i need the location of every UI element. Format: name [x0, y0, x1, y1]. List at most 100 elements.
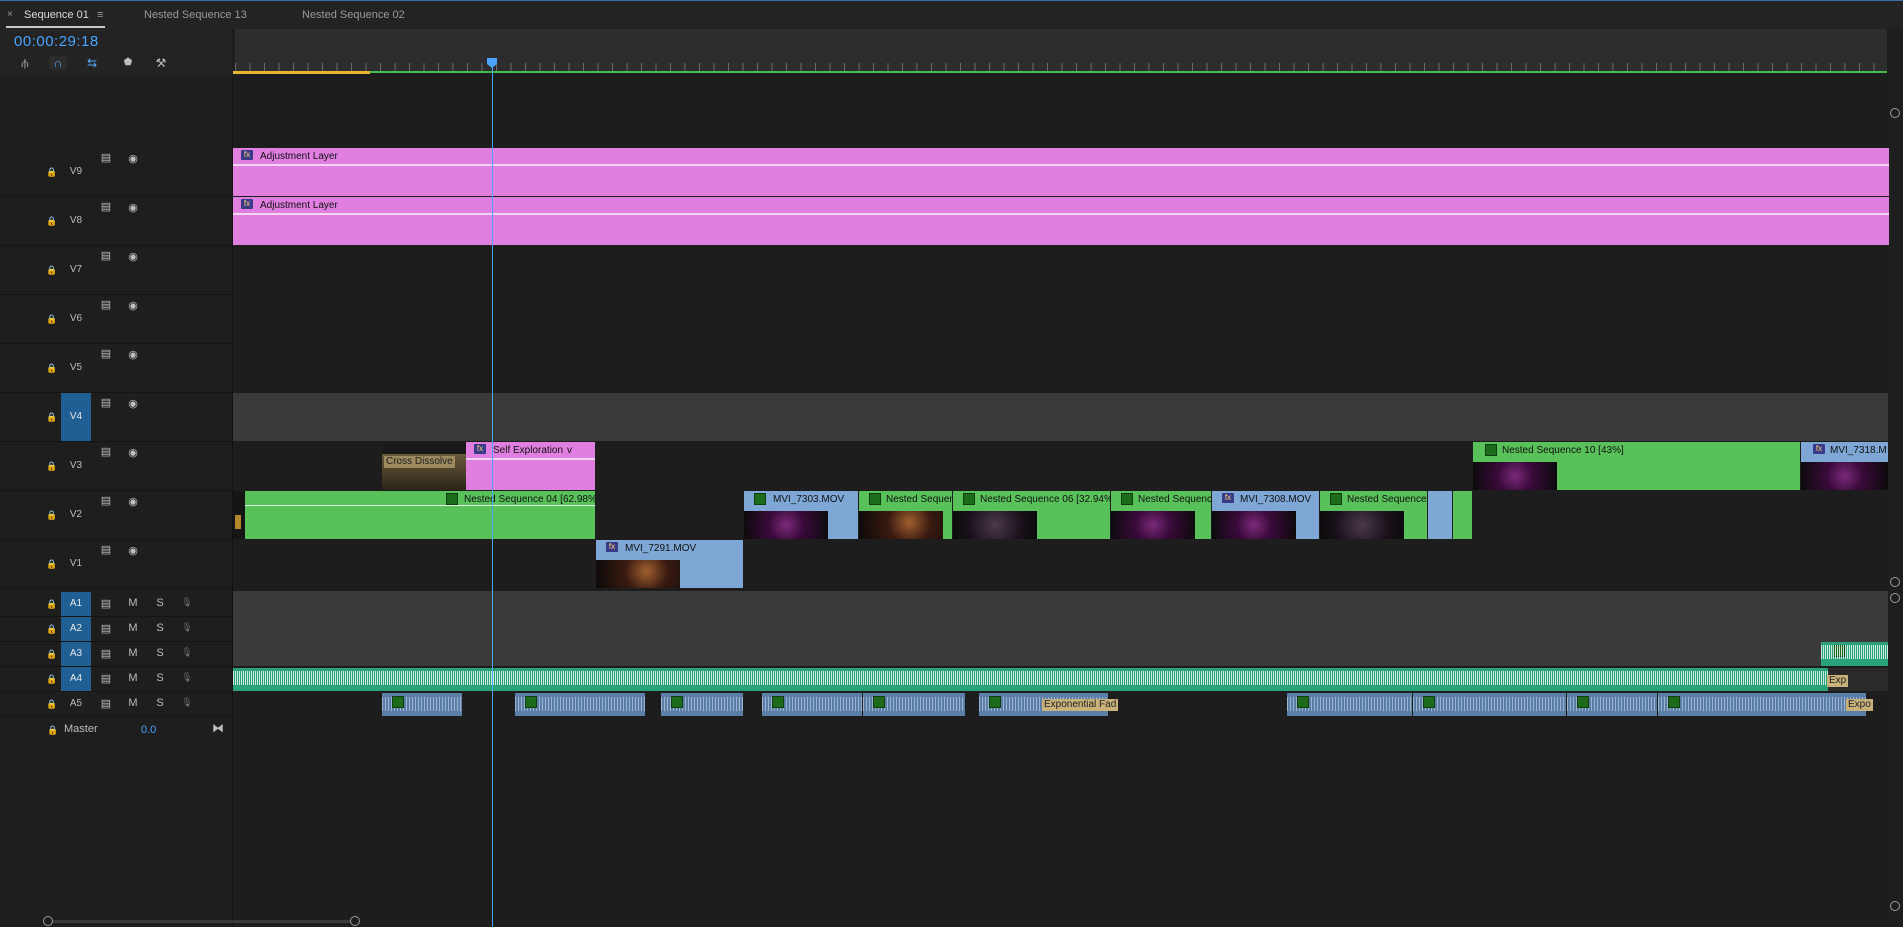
lock-icon[interactable]: 🔒 — [47, 725, 58, 735]
snap-icon[interactable]: ∩ — [49, 56, 67, 70]
track-label[interactable]: V7 — [61, 262, 91, 278]
tab-sequence-01[interactable]: Sequence 01 — [24, 9, 89, 21]
a5-expo-fade-tag[interactable]: Expo — [1846, 699, 1873, 711]
film-icon[interactable]: ▤ — [99, 347, 113, 360]
mic-icon[interactable]: 🎙 — [180, 672, 194, 683]
sync-lock-icon[interactable]: ▤ — [99, 647, 113, 660]
v3-transition-thumb[interactable]: Cross Dissolve — [382, 442, 466, 490]
track-label[interactable]: V5 — [61, 360, 91, 376]
vscroll-video-bottom-knob[interactable] — [1890, 577, 1900, 587]
hscroll-right-knob[interactable] — [350, 916, 360, 926]
mic-icon[interactable]: 🎙 — [180, 697, 194, 708]
lock-icon[interactable]: 🔒 — [46, 461, 57, 471]
film-icon[interactable]: ▤ — [99, 249, 113, 262]
v2-nested-sequence-c-clip[interactable]: Nested Sequence 0 — [1320, 491, 1427, 539]
eye-icon[interactable]: ◉ — [126, 397, 140, 410]
v2-mvi-7303-clip[interactable]: MVI_7303.MOV — [744, 491, 858, 539]
a5-audio-clip[interactable] — [1287, 693, 1412, 716]
eye-icon[interactable]: ◉ — [126, 544, 140, 557]
film-icon[interactable]: ▤ — [99, 494, 113, 507]
close-tab-icon[interactable]: × — [7, 9, 13, 20]
sync-lock-icon[interactable]: ▤ — [99, 622, 113, 635]
master-volume-value[interactable]: 0.0 — [141, 724, 156, 736]
lock-icon[interactable]: 🔒 — [46, 216, 57, 226]
playhead-timecode[interactable]: 00:00:29:18 — [14, 33, 99, 50]
tab-menu-icon[interactable]: ≡ — [97, 9, 103, 21]
a5-exponential-fade-tag[interactable]: Exponential Fad — [1042, 699, 1119, 711]
film-icon[interactable]: ▤ — [99, 445, 113, 458]
tab-nested-sequence-13[interactable]: Nested Sequence 13 — [144, 9, 247, 21]
tab-nested-sequence-02[interactable]: Nested Sequence 02 — [302, 9, 405, 21]
a5-audio-clip[interactable] — [1658, 693, 1866, 716]
v2-small-blue-clip[interactable] — [1428, 491, 1452, 539]
solo-button[interactable]: S — [153, 697, 167, 709]
eye-icon[interactable]: ◉ — [126, 201, 140, 214]
mic-icon[interactable]: 🎙 — [180, 647, 194, 658]
lock-icon[interactable]: 🔒 — [46, 599, 57, 609]
track-label[interactable]: V9 — [61, 164, 91, 180]
mute-button[interactable]: M — [126, 597, 140, 609]
lock-icon[interactable]: 🔒 — [46, 649, 57, 659]
vscroll-video-top-knob[interactable] — [1890, 108, 1900, 118]
lock-icon[interactable]: 🔒 — [46, 699, 57, 709]
solo-button[interactable]: S — [153, 647, 167, 659]
v2-nested-sequence-06-clip[interactable]: Nested Sequence 06 [32.94%] — [953, 491, 1110, 539]
film-icon[interactable]: ▤ — [99, 543, 113, 556]
mic-icon[interactable]: 🎙 — [180, 597, 194, 608]
wrench-icon[interactable]: ⚒ — [152, 56, 170, 70]
a4-audio-clip[interactable] — [233, 668, 1828, 691]
a5-audio-clip[interactable] — [1567, 693, 1657, 716]
insert-nest-icon[interactable]: ⫛ — [16, 56, 34, 70]
a5-audio-clip[interactable] — [661, 693, 743, 716]
track-label[interactable]: V6 — [61, 311, 91, 327]
v2-nested-sequence-a-clip[interactable]: Nested Sequen — [859, 491, 952, 539]
marker-icon[interactable]: ⬟ — [119, 56, 137, 70]
track-label[interactable]: A2 — [61, 617, 91, 641]
v2-small-green-clip[interactable] — [1453, 491, 1472, 539]
mute-button[interactable]: M — [126, 697, 140, 709]
vscroll-audio-bottom-knob[interactable] — [1890, 901, 1900, 911]
lock-icon[interactable]: 🔒 — [46, 167, 57, 177]
lock-icon[interactable]: 🔒 — [46, 674, 57, 684]
horizontal-scrollbar[interactable] — [48, 920, 354, 923]
track-label[interactable]: V3 — [61, 458, 91, 474]
lock-icon[interactable]: 🔒 — [46, 363, 57, 373]
track-label[interactable]: V8 — [61, 213, 91, 229]
track-label[interactable]: V2 — [61, 507, 91, 523]
a4-exponential-fade-tag[interactable]: Exp — [1827, 675, 1849, 687]
track-label[interactable]: A4 — [61, 667, 91, 691]
mic-icon[interactable]: 🎙 — [180, 622, 194, 633]
mute-button[interactable]: M — [126, 647, 140, 659]
a3-audio-clip[interactable] — [1821, 642, 1888, 666]
sync-lock-icon[interactable]: ▤ — [99, 597, 113, 610]
eye-icon[interactable]: ◉ — [126, 299, 140, 312]
a5-audio-clip[interactable] — [1413, 693, 1566, 716]
eye-icon[interactable]: ◉ — [126, 250, 140, 263]
eye-icon[interactable]: ◉ — [126, 495, 140, 508]
sync-lock-icon[interactable]: ▤ — [99, 672, 113, 685]
solo-button[interactable]: S — [153, 622, 167, 634]
lock-icon[interactable]: 🔒 — [46, 559, 57, 569]
v3-nested-sequence-10-clip[interactable]: Nested Sequence 10 [43%] — [1473, 442, 1800, 490]
mute-button[interactable]: M — [126, 672, 140, 684]
v3-self-exploration-clip[interactable]: fx Self Exploration v — [466, 442, 595, 490]
mute-button[interactable]: M — [126, 622, 140, 634]
solo-button[interactable]: S — [153, 597, 167, 609]
a5-audio-clip[interactable] — [515, 693, 645, 716]
v2-nested-sequence-b-clip[interactable]: Nested Sequenc — [1111, 491, 1211, 539]
eye-icon[interactable]: ◉ — [126, 446, 140, 459]
track-label[interactable]: V1 — [61, 556, 91, 572]
a5-audio-clip[interactable] — [762, 693, 862, 716]
lock-icon[interactable]: 🔒 — [46, 624, 57, 634]
v2-nested-sequence-04-clip[interactable]: Nested Sequence 04 [62.98%] — [233, 491, 595, 539]
track-label[interactable]: A5 — [61, 692, 91, 716]
v8-adjustment-layer-clip[interactable]: fx Adjustment Layer — [233, 197, 1889, 245]
film-icon[interactable]: ▤ — [99, 200, 113, 213]
hscroll-left-knob[interactable] — [43, 916, 53, 926]
solo-button[interactable]: S — [153, 672, 167, 684]
vscroll-audio-top-knob[interactable] — [1890, 593, 1900, 603]
track-label[interactable]: A3 — [61, 642, 91, 666]
a5-audio-clip[interactable] — [382, 693, 462, 716]
collapse-master-icon[interactable]: ⧓ — [212, 721, 224, 735]
film-icon[interactable]: ▤ — [99, 298, 113, 311]
